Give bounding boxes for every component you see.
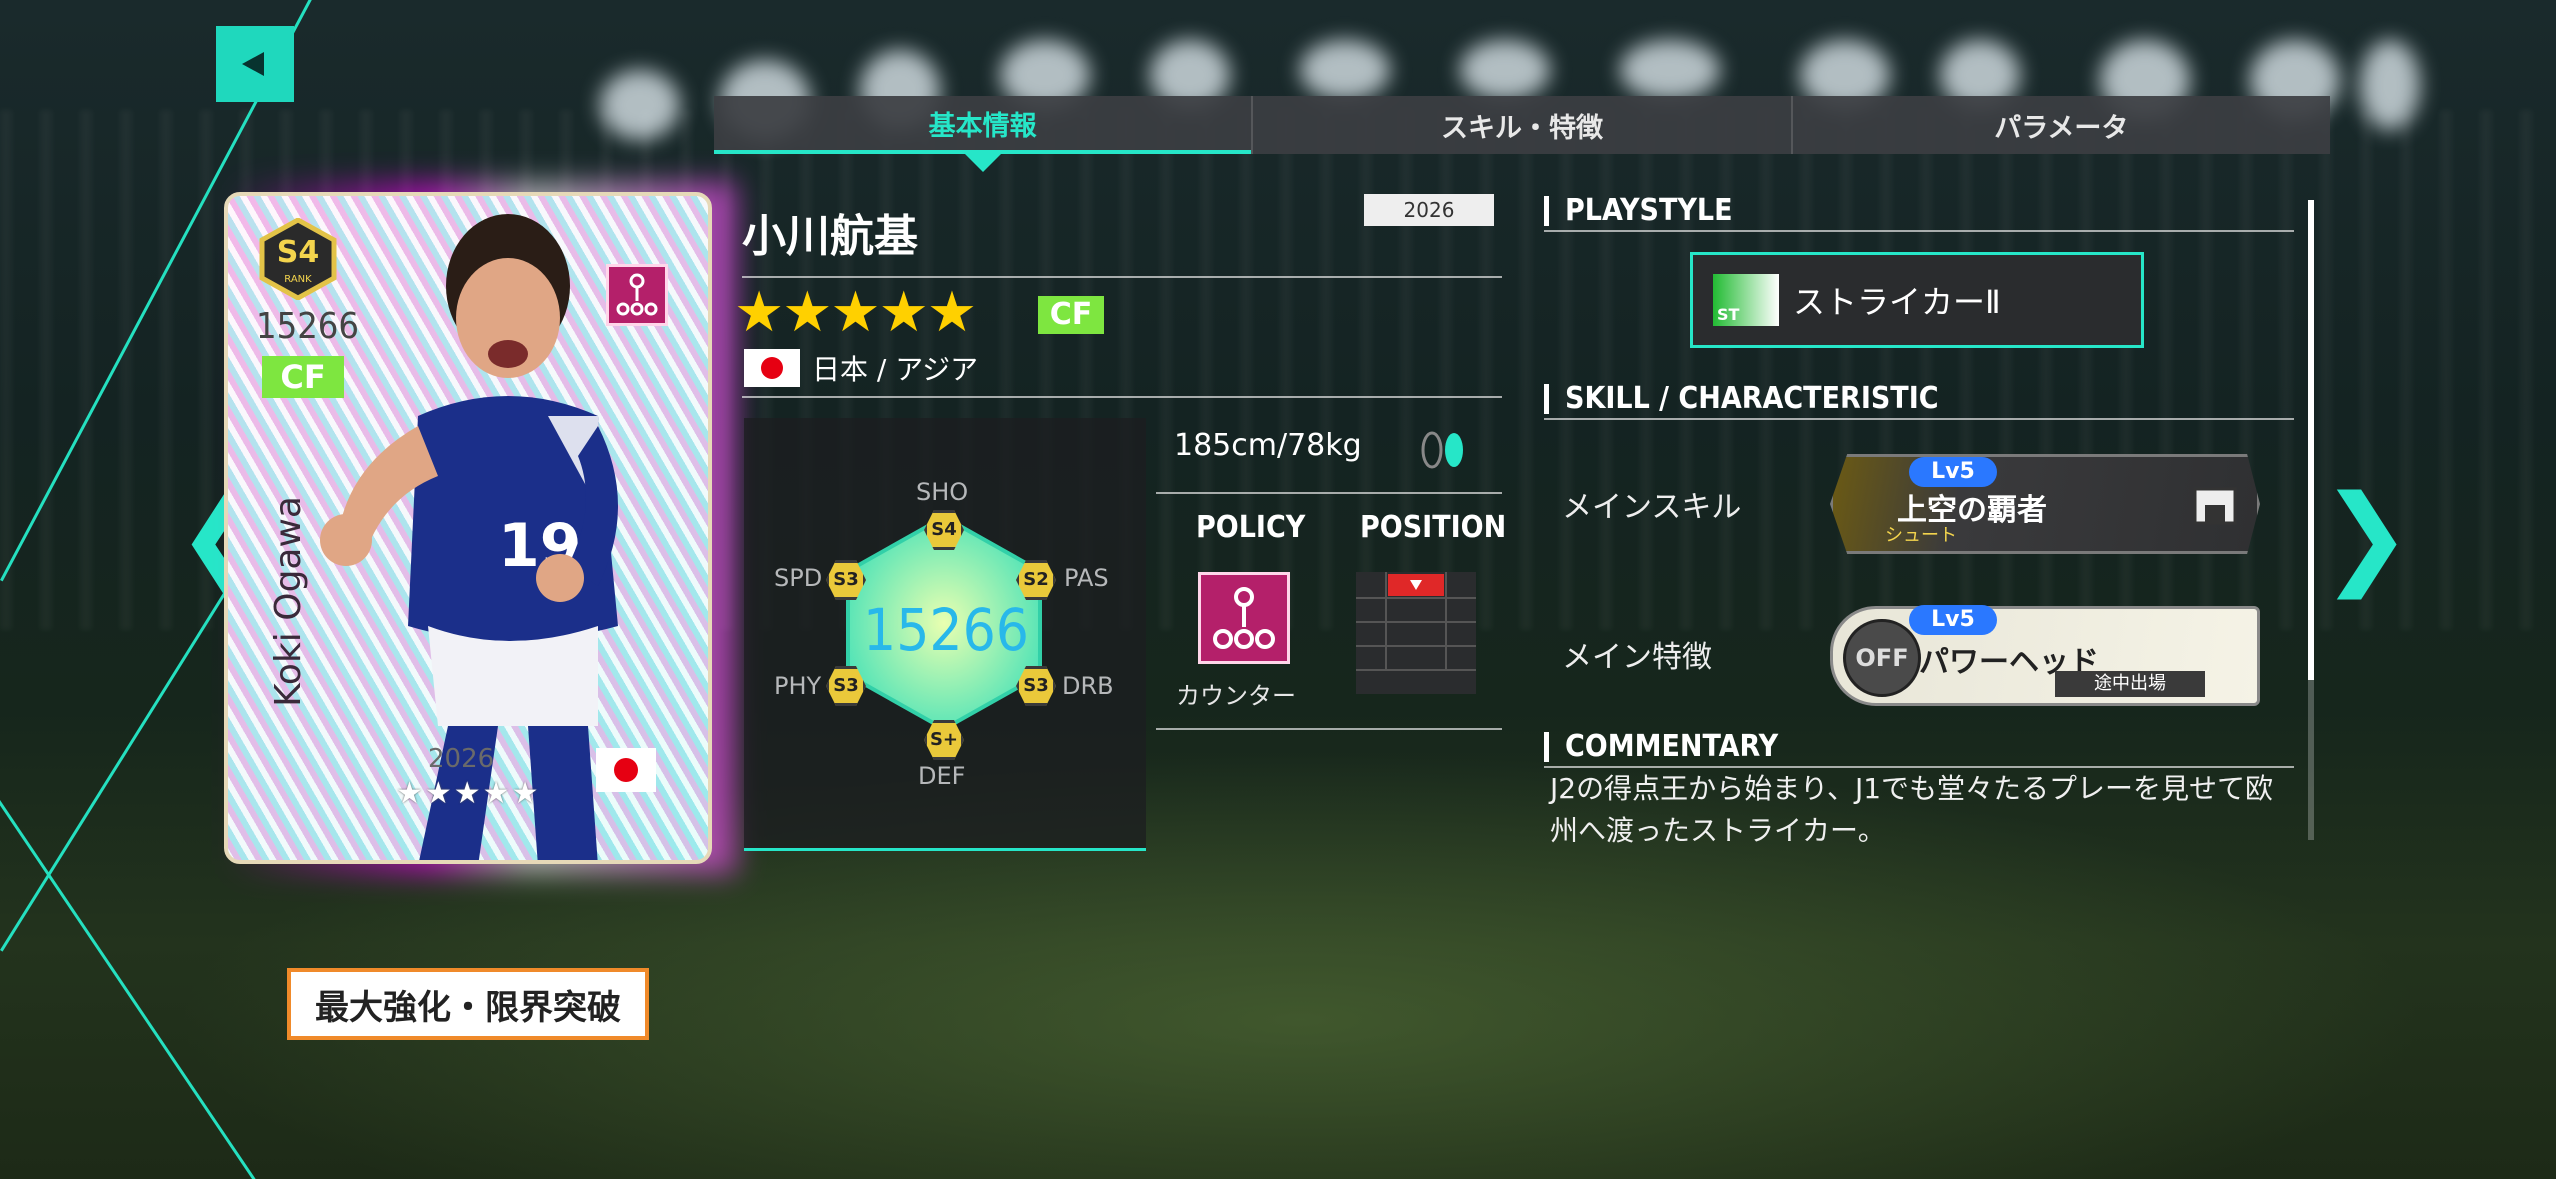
- stat-label-drb: DRB: [1062, 672, 1114, 700]
- card-policy-icon: [606, 264, 668, 326]
- goal-icon: [2193, 487, 2237, 525]
- trait-status-badge: OFF: [1843, 619, 1921, 697]
- divider: [742, 276, 1502, 278]
- feet-icon: [1421, 431, 1463, 469]
- card-stars: ★★★★★: [396, 776, 541, 811]
- next-arrow-icon[interactable]: ❯: [2320, 480, 2412, 590]
- svg-text:S4: S4: [277, 235, 319, 270]
- playstyle-badge: ST: [1717, 305, 1740, 324]
- bokeh-light: [2360, 40, 2420, 130]
- section-title-playstyle: PLAYSTYLE: [1544, 196, 1733, 226]
- card-overall: 15266: [256, 306, 360, 347]
- stat-label-sho: SHO: [916, 478, 969, 506]
- position-map[interactable]: [1356, 572, 1476, 694]
- nationality-label: 日本 / アジア: [812, 353, 979, 386]
- tab-parameters[interactable]: パラメータ: [1790, 96, 2330, 154]
- stat-label-pas: PAS: [1064, 564, 1109, 592]
- tab-skills[interactable]: スキル・特徴: [1251, 96, 1790, 154]
- skill-category: シュート: [1885, 525, 1957, 546]
- divider: [1156, 728, 1502, 730]
- scrollbar-track: [2308, 680, 2314, 840]
- playstyle-name: ストライカーⅡ: [1793, 283, 2001, 321]
- policy-counter-icon[interactable]: [1198, 572, 1290, 664]
- stat-label-def: DEF: [918, 762, 966, 790]
- section-title-skill: SKILL / CHARACTERISTIC: [1544, 384, 1939, 414]
- card-face: 19 S4 RANK 15266 CF Koki Ogawa 2026 ★★★★…: [224, 192, 712, 864]
- stat-label-phy: PHY: [774, 672, 822, 700]
- main-skill-plate[interactable]: Lv5 上空の覇者 シュート: [1830, 454, 2260, 554]
- card-year: 2026: [428, 744, 495, 774]
- player-name: 小川航基: [742, 211, 918, 262]
- divider: [1544, 230, 2294, 232]
- bokeh-light: [1460, 40, 1550, 100]
- nationality: 日本 / アジア: [744, 348, 978, 388]
- skill-level-badge: Lv5: [1909, 457, 1997, 487]
- scrollbar-thumb[interactable]: [2308, 200, 2314, 680]
- bokeh-light: [600, 70, 680, 140]
- year-badge: 2026: [1364, 194, 1494, 226]
- divider: [1544, 418, 2294, 420]
- player-card[interactable]: 19 S4 RANK 15266 CF Koki Ogawa 2026 ★★★★…: [224, 182, 736, 874]
- divider: [1156, 492, 1502, 494]
- commentary-text: J2の得点王から始まり、J1でも堂々たるプレーを見せて欧州へ渡ったストライカー。: [1550, 772, 2274, 847]
- trait-level-badge: Lv5: [1909, 605, 1997, 635]
- card-position-badge: CF: [262, 356, 344, 398]
- card-flag-icon: [596, 748, 656, 792]
- rarity-stars: ★★★★★: [734, 280, 977, 345]
- main-trait-label: メイン特徴: [1562, 640, 1712, 675]
- svg-text:RANK: RANK: [284, 274, 312, 285]
- tab-bar: 基本情報 スキル・特徴 パラメータ: [714, 96, 2330, 172]
- main-trait-plate[interactable]: OFF Lv5 パワーヘッド 途中出場: [1830, 605, 2260, 706]
- section-title-commentary: COMMENTARY: [1544, 732, 1778, 762]
- main-skill-label: メインスキル: [1562, 490, 1742, 525]
- stat-total: 15266: [863, 596, 1029, 664]
- height-weight: 185cm/78kg: [1174, 428, 1362, 463]
- tab-basic-info[interactable]: 基本情報: [714, 96, 1252, 172]
- japan-flag-icon: [744, 349, 800, 387]
- stat-radar-panel: 15266 SHO PAS DRB DEF PHY SPD S4 S2 S3 S…: [744, 418, 1146, 851]
- bokeh-light: [1300, 40, 1390, 100]
- rank-badge: S4 RANK: [259, 218, 337, 300]
- card-player-name: Koki Ogawa: [268, 496, 309, 707]
- playstyle-card[interactable]: ST ストライカーⅡ: [1690, 252, 2144, 348]
- trait-condition: 途中出場: [2055, 671, 2205, 697]
- bokeh-light: [1620, 40, 1720, 100]
- striker-icon: ST: [1713, 274, 1779, 326]
- position-badge: CF: [1038, 296, 1104, 334]
- position-header: POSITION: [1360, 510, 1507, 545]
- back-button[interactable]: [216, 26, 294, 102]
- policy-label: カウンター: [1176, 682, 1296, 710]
- divider: [742, 396, 1502, 398]
- max-enhance-button[interactable]: 最大強化・限界突破: [287, 968, 649, 1040]
- policy-header: POLICY: [1196, 510, 1306, 545]
- stat-label-spd: SPD: [774, 564, 823, 592]
